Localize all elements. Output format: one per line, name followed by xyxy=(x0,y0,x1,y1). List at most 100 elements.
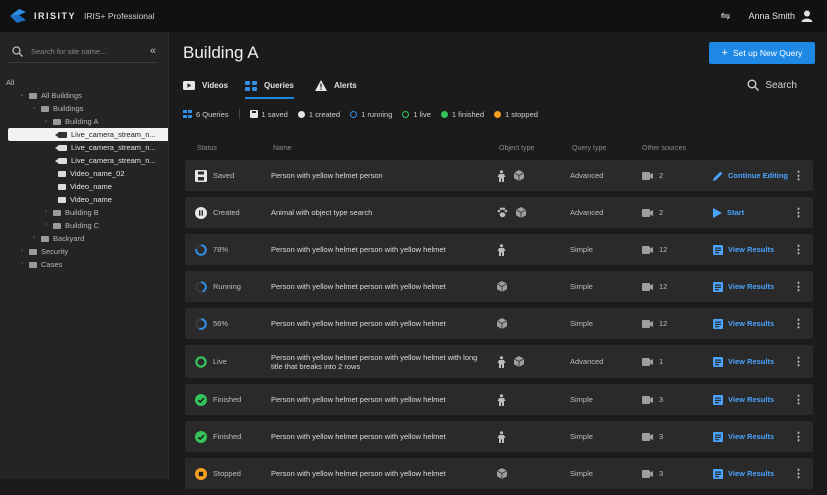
query-name[interactable]: Person with yellow helmet person with ye… xyxy=(271,458,486,489)
folder-icon xyxy=(29,92,37,99)
tree-item[interactable]: Live_camera_stream_n... xyxy=(8,128,168,141)
action-button[interactable]: View Results xyxy=(713,458,774,489)
more-options-icon[interactable]: ⋮ xyxy=(793,421,804,452)
tree-item[interactable]: › Building C xyxy=(0,219,168,232)
column-other-sources[interactable]: Other sources xyxy=(642,145,686,152)
chevron-icon[interactable]: ⌄ xyxy=(30,102,38,115)
column-object-type[interactable]: Object type xyxy=(499,145,534,152)
action-button[interactable]: Continue Editing xyxy=(713,160,788,191)
action-button[interactable]: View Results xyxy=(713,234,774,265)
more-options-icon[interactable]: ⋮ xyxy=(793,458,804,489)
sources-count: 12 xyxy=(659,282,668,291)
query-name[interactable]: Person with yellow helmet person with ye… xyxy=(271,308,486,339)
tree-item[interactable]: › Security xyxy=(0,245,168,258)
chevron-icon[interactable]: ⌄ xyxy=(42,115,50,128)
tree-item[interactable]: ⌄ All Buildings xyxy=(0,89,168,102)
query-name[interactable]: Person with yellow helmet person xyxy=(271,160,486,191)
results-icon xyxy=(713,394,723,405)
summary-total: 6 Queries xyxy=(183,110,229,119)
chevron-icon[interactable]: › xyxy=(18,258,26,271)
tab-alerts[interactable]: Alerts xyxy=(315,74,357,97)
tab-queries[interactable]: Queries xyxy=(245,74,294,99)
action-button[interactable]: View Results xyxy=(713,345,774,378)
action-button[interactable]: View Results xyxy=(713,384,774,415)
chevron-icon[interactable]: ⌄ xyxy=(18,89,26,102)
more-options-icon[interactable]: ⋮ xyxy=(793,160,804,191)
query-name[interactable]: Person with yellow helmet person with ye… xyxy=(271,271,486,302)
column-status[interactable]: Status xyxy=(197,145,217,152)
set-up-new-query-button[interactable]: + Set up New Query xyxy=(709,42,815,64)
action-button[interactable]: View Results xyxy=(713,308,774,339)
query-row[interactable]: Live Person with yellow helmet person wit… xyxy=(185,345,813,378)
sources-camera-icon xyxy=(642,245,653,254)
status-label: Stopped xyxy=(213,469,241,478)
tree-item[interactable]: › Backyard xyxy=(0,232,168,245)
action-label: Start xyxy=(727,208,745,217)
video-icon xyxy=(58,183,66,190)
query-row[interactable]: Finished Person with yellow helmet person… xyxy=(185,384,813,415)
more-options-icon[interactable]: ⋮ xyxy=(793,234,804,265)
video-icon xyxy=(58,196,66,203)
user-name[interactable]: Anna Smith xyxy=(748,11,795,21)
tree-item[interactable]: Live_camera_stream_n... xyxy=(0,154,168,167)
query-name[interactable]: Animal with object type search xyxy=(271,197,486,228)
object-type-cell xyxy=(497,271,515,302)
query-name[interactable]: Person with yellow helmet person with ye… xyxy=(271,384,486,415)
cube-icon xyxy=(497,318,507,329)
query-name-text: Person with yellow helmet person xyxy=(271,171,383,180)
query-name[interactable]: Person with yellow helmet person with ye… xyxy=(271,421,486,452)
cube-icon xyxy=(497,281,507,292)
sources-count: 2 xyxy=(659,208,664,217)
action-button[interactable]: View Results xyxy=(713,271,774,302)
more-options-icon[interactable]: ⋮ xyxy=(793,345,804,378)
more-options-icon[interactable]: ⋮ xyxy=(793,384,804,415)
tree-item[interactable]: Video_name xyxy=(0,193,168,206)
chevron-icon[interactable]: › xyxy=(42,206,50,219)
tab-videos[interactable]: Videos xyxy=(183,74,228,97)
more-options-icon[interactable]: ⋮ xyxy=(793,308,804,339)
summary-saved: 1 saved xyxy=(249,110,288,119)
action-button[interactable]: View Results xyxy=(713,421,774,452)
more-options-icon[interactable]: ⋮ xyxy=(793,197,804,228)
status-label: 56% xyxy=(213,319,229,328)
tree-item[interactable]: Video_name_02 xyxy=(0,167,168,180)
more-options-icon[interactable]: ⋮ xyxy=(793,271,804,302)
tree-item[interactable]: ⌄ Buildings xyxy=(0,102,168,115)
query-row[interactable]: Saved Person with yellow helmet person Adv… xyxy=(185,160,813,191)
search-icon xyxy=(12,45,23,57)
query-row[interactable]: 56% Person with yellow helmet person with… xyxy=(185,308,813,339)
results-icon xyxy=(713,468,723,479)
site-search-input[interactable] xyxy=(29,45,141,57)
switch-icon[interactable]: ⇋ xyxy=(720,9,730,23)
action-label: Continue Editing xyxy=(728,171,788,180)
tree-item[interactable]: ⌄ Building A xyxy=(0,115,168,128)
column-query-type[interactable]: Query type xyxy=(572,145,606,152)
query-row[interactable]: Finished Person with yellow helmet person… xyxy=(185,421,813,452)
tree-item[interactable]: Live_camera_stream_n... xyxy=(0,141,168,154)
search-button[interactable]: Search xyxy=(747,79,797,91)
query-row[interactable]: 78% Person with yellow helmet person with… xyxy=(185,234,813,265)
query-name[interactable]: Person with yellow helmet person with ye… xyxy=(271,234,486,265)
tree-item-label: Building B xyxy=(65,208,99,217)
tree-item[interactable]: › Cases xyxy=(0,258,168,271)
tree-item[interactable]: Video_name xyxy=(0,180,168,193)
column-name[interactable]: Name xyxy=(273,145,292,152)
live-dot-icon xyxy=(402,110,410,118)
brand[interactable]: IRISITY IRIS+ Professional xyxy=(8,6,155,26)
tree-item[interactable]: › Building B xyxy=(0,206,168,219)
tree-item[interactable]: All xyxy=(0,76,168,89)
new-query-label: Set up New Query xyxy=(732,48,803,58)
stopped-dot-icon xyxy=(494,110,501,118)
query-row[interactable]: Running Person with yellow helmet person … xyxy=(185,271,813,302)
object-type-cell xyxy=(497,234,514,265)
chevron-icon[interactable]: › xyxy=(30,232,38,245)
user-icon[interactable] xyxy=(801,10,813,22)
query-row[interactable]: Created Animal with object type search Adv… xyxy=(185,197,813,228)
chevron-icon[interactable]: › xyxy=(42,219,50,232)
collapse-sidebar-button[interactable]: « xyxy=(150,45,156,57)
paw-icon xyxy=(497,207,508,218)
query-name[interactable]: Person with yellow helmet person with ye… xyxy=(271,345,486,378)
query-row[interactable]: Stopped Person with yellow helmet person … xyxy=(185,458,813,489)
action-button[interactable]: Start xyxy=(713,197,744,228)
chevron-icon[interactable]: › xyxy=(18,245,26,258)
